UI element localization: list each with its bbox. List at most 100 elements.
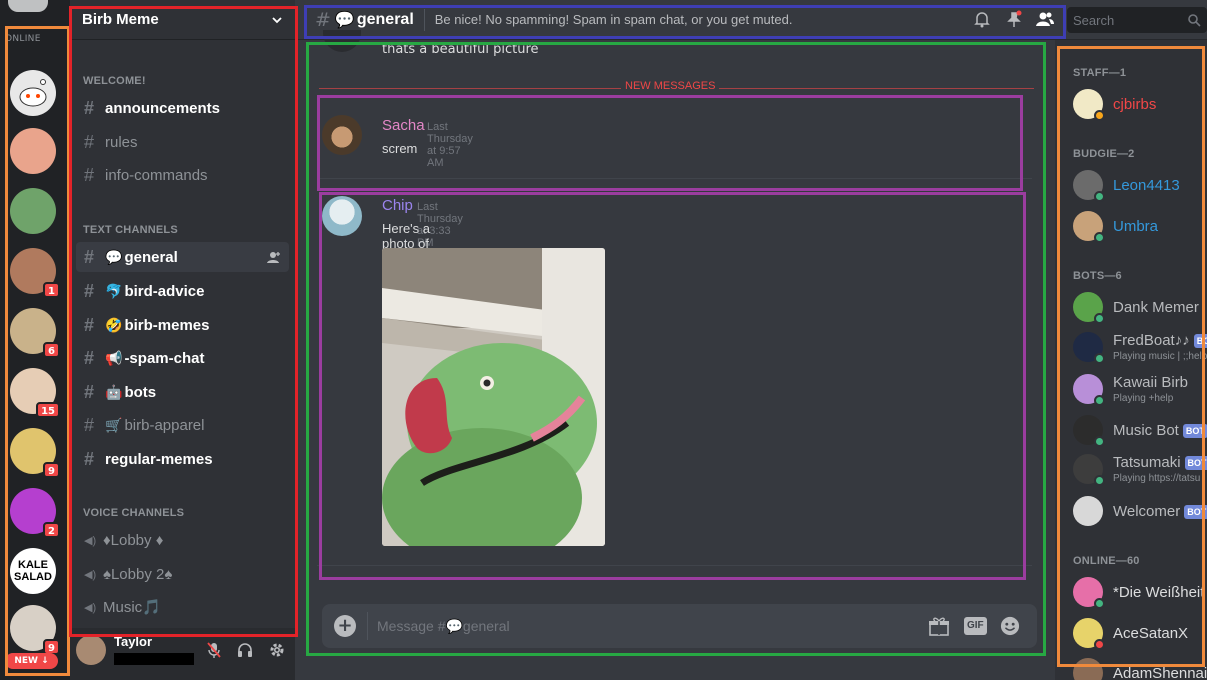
channel-topic[interactable]: Be nice! No spamming! Spam in spam chat,…	[435, 12, 793, 27]
message-composer: + GIF	[322, 604, 1037, 648]
server-icon-10[interactable]: 9	[10, 605, 60, 655]
server-icon-6[interactable]: 15	[10, 368, 60, 418]
channel-bots[interactable]: # 🤖 bots	[76, 377, 289, 407]
channel-rules[interactable]: # rules	[76, 127, 289, 157]
member-name-row: Tatsumaki BOT	[1113, 454, 1207, 471]
channel-label: Music🎵	[103, 599, 161, 616]
channel-emoji: 🐬	[105, 282, 123, 299]
author-avatar[interactable]	[322, 115, 362, 155]
bot-tag: BOT	[1184, 505, 1207, 520]
username: Taylor	[114, 634, 153, 649]
previous-author-avatar[interactable]	[323, 30, 361, 52]
member-name-row: Music Bot BOT	[1113, 422, 1207, 439]
server-icon-2[interactable]	[10, 128, 56, 174]
member-name: cjbirbs	[1113, 96, 1157, 113]
channel-info-commands[interactable]: # info-commands	[76, 160, 289, 190]
member-cjbirbs[interactable]: cjbirbs	[1073, 85, 1207, 125]
chat-area: # 💬 general Be nice! No spamming! Spam i…	[295, 0, 1055, 680]
channel-label: bird-advice	[124, 282, 205, 300]
chevron-down-icon	[272, 16, 282, 23]
category-welcome[interactable]: WELCOME!	[83, 75, 146, 87]
online-status-icon	[1094, 598, 1105, 609]
emoji-picker-icon[interactable]	[999, 616, 1021, 636]
member-die-weissheit[interactable]: *Die Weißheit	[1073, 573, 1207, 613]
voice-channel-music[interactable]: ◀) Music🎵	[76, 592, 289, 622]
category-text-channels[interactable]: TEXT CHANNELS	[83, 224, 178, 236]
channel-birb-memes[interactable]: # 🤣 birb-memes	[76, 310, 289, 340]
redacted-discriminator	[114, 653, 194, 665]
member-adamshennai[interactable]: AdamShennai	[1073, 654, 1207, 680]
gif-picker-button[interactable]: GIF	[964, 617, 987, 635]
channel-label: info-commands	[105, 166, 208, 184]
hash-icon: #	[84, 97, 95, 118]
new-messages-label: NEW MESSAGES	[621, 80, 720, 92]
guild-header[interactable]: Birb Meme	[70, 0, 295, 40]
member-welcomer[interactable]: Welcomer BOT	[1073, 492, 1207, 532]
member-name: AdamShennai	[1113, 665, 1207, 680]
member-list-icon[interactable]	[1035, 10, 1055, 28]
author-avatar[interactable]	[322, 196, 362, 236]
server-icon-kale-salad[interactable]: KALE SALAD	[10, 548, 56, 594]
speaker-icon: ◀)	[84, 601, 97, 614]
member-acesatanx[interactable]: AceSatanX	[1073, 614, 1207, 654]
user-settings-gear-icon[interactable]	[268, 641, 286, 659]
channel-spam-chat[interactable]: # 📢 -spam-chat	[76, 343, 289, 373]
channel-regular-memes[interactable]: # regular-memes	[76, 444, 289, 474]
channel-emoji: 📢	[105, 349, 123, 366]
notification-bell-icon[interactable]	[973, 10, 991, 28]
channel-bird-advice[interactable]: # 🐬 bird-advice	[76, 276, 289, 306]
server-icon-5[interactable]: 6	[10, 308, 60, 358]
author-name[interactable]: Sacha	[382, 117, 425, 134]
discord-home-icon[interactable]	[8, 0, 48, 12]
author-name[interactable]: Chip	[382, 197, 413, 214]
hash-icon: #	[84, 280, 95, 301]
member-dank-memer[interactable]: Dank Memer	[1073, 288, 1207, 328]
online-friends-label: ONLINE	[5, 34, 41, 44]
speech-bubble-emoji: 💬	[105, 248, 123, 265]
mute-microphone-icon[interactable]	[205, 641, 223, 659]
server-icon-reddit[interactable]	[10, 70, 56, 116]
member-kawaii-birb[interactable]: Kawaii Birb Playing +help	[1073, 370, 1207, 410]
voice-channel-lobby[interactable]: ◀) ♦Lobby ♦	[76, 525, 289, 555]
invite-user-icon[interactable]	[267, 250, 281, 264]
hash-icon: #	[84, 448, 95, 469]
member-leon4413[interactable]: Leon4413	[1073, 166, 1207, 206]
dnd-status-icon	[1094, 639, 1105, 650]
message-attachment-parrot-photo[interactable]	[382, 248, 605, 546]
channel-emoji: 🤖	[105, 383, 123, 400]
message-input[interactable]	[372, 611, 912, 641]
member-fredboat[interactable]: FredBoat♪♪BOT Playing music | ;;help	[1073, 328, 1207, 368]
channel-birb-apparel[interactable]: # 🛒 birb-apparel	[76, 410, 289, 440]
online-status-icon	[1094, 191, 1105, 202]
member-group-staff: STAFF—1	[1073, 67, 1127, 79]
channel-general[interactable]: # 💬 general	[76, 242, 289, 272]
server-icon-8[interactable]: 2	[10, 488, 60, 538]
new-unreads-pill[interactable]: NEW ↓	[5, 653, 58, 669]
gift-icon[interactable]	[928, 616, 950, 636]
upload-plus-icon[interactable]: +	[334, 615, 356, 637]
mention-badge: 6	[43, 342, 60, 358]
channel-announcements[interactable]: # announcements	[76, 93, 289, 123]
pinned-messages-icon[interactable]	[1005, 10, 1023, 28]
category-voice-channels[interactable]: VOICE CHANNELS	[83, 507, 184, 519]
voice-channel-lobby-2[interactable]: ◀) ♠Lobby 2♠	[76, 559, 289, 589]
server-icon-4[interactable]: 1	[10, 248, 60, 298]
member-name: FredBoat♪♪	[1113, 332, 1190, 349]
channel-label: regular-memes	[105, 450, 213, 468]
user-avatar[interactable]	[76, 635, 106, 665]
headphones-icon[interactable]	[236, 641, 254, 659]
member-umbra[interactable]: Umbra	[1073, 207, 1207, 247]
member-activity: Playing +help	[1113, 393, 1174, 404]
speech-bubble-emoji: 💬	[334, 10, 355, 29]
server-icon-birb-meme[interactable]	[10, 188, 56, 234]
member-group-budgie: BUDGIE—2	[1073, 148, 1135, 160]
channel-label: birb-memes	[124, 316, 210, 334]
member-music-bot[interactable]: Music Bot BOT	[1073, 411, 1207, 451]
member-avatar	[1073, 658, 1103, 680]
online-status-icon	[1094, 313, 1105, 324]
search-input[interactable]	[1067, 7, 1207, 33]
hash-icon: #	[84, 164, 95, 185]
online-status-icon	[1094, 395, 1105, 406]
member-tatsumaki[interactable]: Tatsumaki BOT Playing https://tatsu	[1073, 450, 1207, 490]
server-icon-7[interactable]: 9	[10, 428, 60, 478]
